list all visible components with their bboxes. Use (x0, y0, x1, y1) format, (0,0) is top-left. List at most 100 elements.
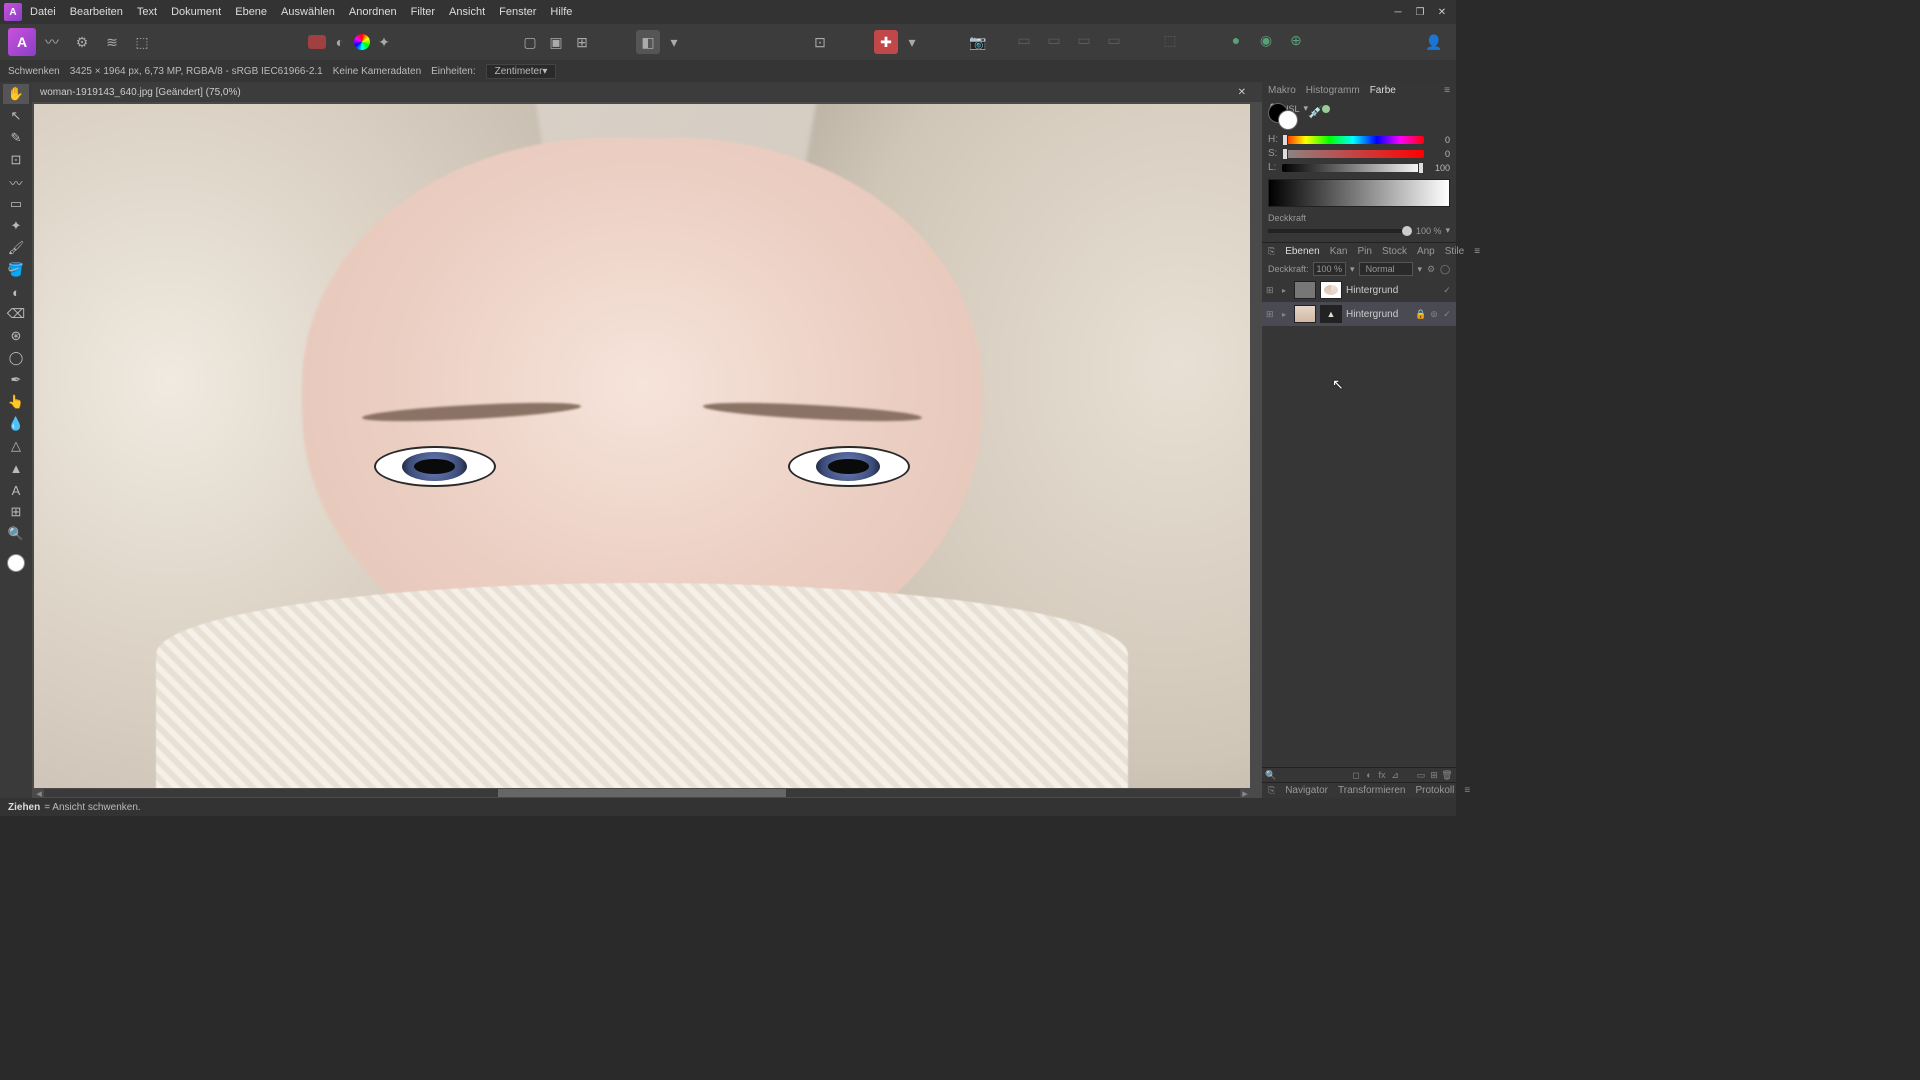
arrange4-icon[interactable]: ▭ (1102, 28, 1126, 52)
menu-fenster[interactable]: Fenster (499, 6, 536, 18)
fill-tool-icon[interactable]: 🪣 (3, 260, 29, 280)
color-picker-tool-icon[interactable]: ✎ (3, 128, 29, 148)
clone-tool-icon[interactable]: ⊛ (3, 326, 29, 346)
tab-anp[interactable]: Anp (1417, 246, 1435, 257)
tab-makro[interactable]: Makro (1268, 85, 1296, 96)
eyedropper-icon[interactable]: 💉 (1308, 105, 1323, 119)
expand-icon[interactable]: ▸ (1282, 310, 1290, 319)
flood-select-icon[interactable]: ✦ (3, 216, 29, 236)
cloud3-icon[interactable]: ⊕ (1284, 28, 1308, 52)
quickmask-icon[interactable]: ◧ (636, 30, 660, 54)
horizontal-scrollbar[interactable]: ◂ ▸ (34, 788, 1250, 798)
hue-value[interactable]: 0 (1428, 135, 1450, 145)
brush-tool-icon[interactable]: 🖌 (3, 238, 29, 258)
lgt-slider[interactable] (1282, 164, 1424, 172)
crop-icon[interactable]: ⊡ (808, 30, 832, 54)
live-filter-icon[interactable]: ⊿ (1390, 770, 1400, 780)
sharpen-tool-icon[interactable]: △ (3, 436, 29, 456)
layer-row[interactable]: ⊞ ▸ Hintergrund ✓ (1262, 278, 1456, 302)
snapshot-icon[interactable]: 📷 (966, 30, 990, 54)
maximize-button[interactable]: ❐ (1410, 3, 1430, 21)
persona-photo-icon[interactable]: A (8, 28, 36, 56)
menu-auswaehlen[interactable]: Auswählen (281, 6, 335, 18)
gradient-tool-icon[interactable]: ◐ (3, 282, 29, 302)
layer-opacity-value[interactable]: 100 % (1313, 262, 1347, 276)
selection-brush-icon[interactable]: 〰 (3, 172, 29, 192)
lgt-value[interactable]: 100 (1428, 163, 1450, 173)
persona-export-icon[interactable]: ⬚ (128, 28, 156, 56)
tab-transformieren[interactable]: Transformieren (1338, 785, 1405, 796)
layer-search-icon[interactable]: 🔍 (1266, 770, 1276, 780)
expand-icon[interactable]: ▸ (1282, 286, 1290, 295)
menu-datei[interactable]: Datei (30, 6, 56, 18)
assistant-dropdown-icon[interactable]: ▾ (900, 30, 924, 54)
menu-ansicht[interactable]: Ansicht (449, 6, 485, 18)
units-dropdown[interactable]: Zentimeter▾ (486, 64, 557, 79)
document-tab-title[interactable]: woman-1919143_640.jpg [Geändert] (75,0%) (40, 87, 241, 98)
opacity-slider[interactable] (1268, 229, 1412, 233)
pen-tool-icon[interactable]: ✒ (3, 370, 29, 390)
select-all-icon[interactable]: ⊞ (570, 30, 594, 54)
text-tool-icon[interactable]: A (3, 480, 29, 500)
smudge-tool-icon[interactable]: 👆 (3, 392, 29, 412)
dropdown-arrow-icon[interactable]: ▾ (662, 30, 686, 54)
layer-mask-thumbnail[interactable] (1320, 281, 1342, 299)
fx-icon[interactable]: fx (1377, 770, 1387, 780)
close-button[interactable]: ✕ (1432, 3, 1452, 21)
delete-layer-icon[interactable]: 🗑 (1442, 770, 1452, 780)
tab-ebenen[interactable]: Ebenen (1285, 246, 1319, 257)
tab-protokoll[interactable]: Protokoll (1415, 785, 1454, 796)
mask-icon[interactable]: ◻ (1351, 770, 1361, 780)
group-icon[interactable]: ▭ (1416, 770, 1426, 780)
tab-stile[interactable]: Stile (1445, 246, 1464, 257)
swatch1-icon[interactable] (308, 35, 326, 49)
panel-pin-icon[interactable]: ⎘ (1268, 246, 1275, 256)
color-wheel-icon[interactable] (354, 34, 370, 50)
layer-fx-icon[interactable]: ◯ (1440, 264, 1450, 274)
hand-tool-icon[interactable]: ✋ (3, 84, 29, 104)
layer-settings-icon[interactable]: ⚙ (1426, 264, 1436, 274)
align-icon[interactable]: ⬚ (1158, 28, 1182, 52)
mesh-tool-icon[interactable]: ⊞ (3, 502, 29, 522)
menu-bearbeiten[interactable]: Bearbeiten (70, 6, 123, 18)
sample-dot-icon[interactable] (1322, 105, 1330, 113)
add-pixel-layer-icon[interactable]: ⊞ (1429, 770, 1439, 780)
picker-icon[interactable]: ◐ (328, 30, 352, 54)
arrange2-icon[interactable]: ▭ (1042, 28, 1066, 52)
menu-text[interactable]: Text (137, 6, 157, 18)
select-none-icon[interactable]: ▢ (518, 30, 542, 54)
layer-name[interactable]: Hintergrund (1346, 285, 1438, 296)
menu-dokument[interactable]: Dokument (171, 6, 221, 18)
visibility-icon[interactable]: ⊞ (1266, 309, 1278, 320)
chevron-down-icon[interactable]: ▾ (1445, 225, 1450, 236)
layers-menu-icon[interactable]: ≡ (1474, 246, 1480, 257)
chevron-down-icon[interactable]: ▾ (1350, 264, 1355, 275)
cloud1-icon[interactable]: ● (1224, 28, 1248, 52)
tab-histogramm[interactable]: Histogramm (1306, 85, 1360, 96)
tab-kan[interactable]: Kan (1330, 246, 1348, 257)
sat-value[interactable]: 0 (1428, 149, 1450, 159)
adjustment-icon[interactable]: ◐ (1364, 770, 1374, 780)
layer-check-icon[interactable]: ✓ (1442, 285, 1452, 295)
tab-navigator[interactable]: Navigator (1285, 785, 1328, 796)
cloud2-icon[interactable]: ◉ (1254, 28, 1278, 52)
layer-check-icon[interactable]: ✓ (1442, 309, 1452, 319)
menu-filter[interactable]: Filter (411, 6, 435, 18)
tab-pin[interactable]: Pin (1357, 246, 1371, 257)
layer-mask-thumbnail[interactable]: ▲ (1320, 305, 1342, 323)
canvas[interactable] (34, 104, 1250, 788)
layer-thumbnail[interactable] (1294, 305, 1316, 323)
assistant-icon[interactable]: ✚ (874, 30, 898, 54)
opacity-value[interactable]: 100 % (1416, 226, 1442, 236)
sat-slider[interactable] (1282, 150, 1424, 158)
dodge-tool-icon[interactable]: ◯ (3, 348, 29, 368)
persona-liquify-icon[interactable]: 〰 (38, 28, 66, 56)
arrange3-icon[interactable]: ▭ (1072, 28, 1096, 52)
account-icon[interactable]: 👤 (1420, 28, 1448, 56)
tab-stock[interactable]: Stock (1382, 246, 1407, 257)
autolevel-icon[interactable]: ✦ (372, 30, 396, 54)
blur-tool-icon[interactable]: 💧 (3, 414, 29, 434)
layer-row[interactable]: ⊞ ▸ ▲ Hintergrund 🔒 ⊚ ✓ (1262, 302, 1456, 326)
zoom-tool-icon[interactable]: 🔍 (3, 524, 29, 544)
menu-ebene[interactable]: Ebene (235, 6, 267, 18)
